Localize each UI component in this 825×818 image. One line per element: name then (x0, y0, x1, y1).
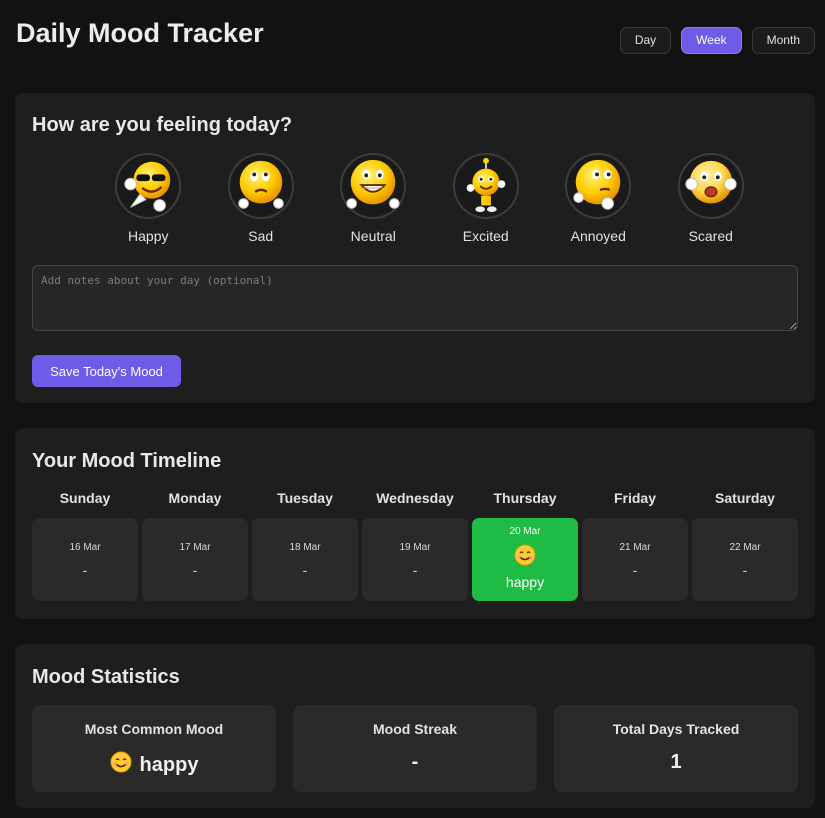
mood-label-annoyed: Annoyed (570, 228, 626, 244)
day-name-tuesday: Tuesday (277, 490, 333, 506)
mood-label-neutral: Neutral (350, 228, 396, 244)
mood-picker-title: How are you feeling today? (32, 114, 293, 136)
total-days-stat: Total Days Tracked 1 (554, 705, 798, 792)
day-name-friday: Friday (613, 490, 656, 506)
excited-emoji-icon (452, 153, 519, 219)
day-cell-friday[interactable]: 21 Mar - (582, 518, 688, 601)
mood-label-sad: Sad (248, 228, 274, 244)
mood-option-neutral[interactable]: Neutral (317, 153, 430, 244)
day-date: 19 Mar (399, 541, 431, 553)
smiling-face-emoji-icon (110, 751, 132, 779)
mood-option-excited[interactable]: Excited (430, 153, 543, 244)
smiling-face-emoji-icon (514, 544, 536, 571)
scared-emoji-icon (677, 153, 744, 219)
week-view-button[interactable]: Week (681, 27, 742, 54)
statistics-title: Mood Statistics (32, 666, 180, 688)
day-view-button[interactable]: Day (619, 27, 672, 54)
sad-emoji-icon (227, 153, 294, 219)
day-cell-wednesday[interactable]: 19 Mar - (362, 518, 468, 601)
day-name-saturday: Saturday (715, 490, 775, 506)
mood-label-excited: Excited (462, 228, 509, 244)
mood-option-happy[interactable]: Happy (92, 153, 205, 244)
day-cell-saturday[interactable]: 22 Mar - (692, 518, 798, 601)
day-date: 16 Mar (69, 541, 101, 553)
mood-option-annoyed[interactable]: Annoyed (542, 153, 655, 244)
day-date: 21 Mar (619, 541, 651, 553)
day-mood: - (412, 561, 418, 578)
mood-options: Happy Sad Neutral Excited Annoyed Scared (92, 153, 767, 244)
day-cell-monday[interactable]: 17 Mar - (142, 518, 248, 601)
stats-row: Most Common Mood happy Mood Streak - Tot… (32, 705, 798, 792)
save-mood-button[interactable]: Save Today's Mood (32, 355, 181, 387)
annoyed-emoji-icon (565, 153, 632, 219)
month-view-button[interactable]: Month (751, 27, 815, 54)
day-name-monday: Monday (168, 490, 222, 506)
stat-value: happy (110, 751, 199, 779)
view-toggle: Day Week Month (619, 27, 815, 54)
day-mood: happy (505, 574, 545, 590)
grinning-emoji-icon (340, 153, 407, 219)
day-name-thursday: Thursday (493, 490, 557, 506)
timeline-title: Your Mood Timeline (32, 450, 222, 472)
day-date: 17 Mar (179, 541, 211, 553)
mood-label-happy: Happy (128, 228, 169, 244)
day-date: 20 Mar (509, 526, 541, 537)
stat-label: Total Days Tracked (612, 721, 740, 737)
most-common-mood-value: happy (139, 753, 199, 776)
day-mood: - (192, 561, 198, 578)
day-mood: - (742, 561, 748, 578)
total-days-value: 1 (670, 751, 682, 773)
mood-option-sad[interactable]: Sad (205, 153, 318, 244)
mood-option-scared[interactable]: Scared (655, 153, 768, 244)
day-name-wednesday: Wednesday (376, 490, 454, 506)
stat-label: Mood Streak (372, 721, 457, 737)
day-date: 22 Mar (729, 541, 761, 553)
day-name-sunday: Sunday (59, 490, 111, 506)
notes-textarea[interactable] (32, 265, 798, 331)
day-cell-thursday[interactable]: 20 Mar happy (472, 518, 578, 601)
day-mood: - (632, 561, 638, 578)
page-title: Daily Mood Tracker (16, 18, 264, 48)
stat-label: Most Common Mood (84, 721, 224, 737)
mood-picker-card: How are you feeling today? Happy Sad Neu… (15, 93, 815, 403)
mood-statistics-card: Mood Statistics Most Common Mood happy M… (15, 644, 815, 808)
mood-label-scared: Scared (688, 228, 733, 244)
day-cell-tuesday[interactable]: 18 Mar - (252, 518, 358, 601)
mood-streak-stat: Mood Streak - (293, 705, 537, 792)
most-common-mood-stat: Most Common Mood happy (32, 705, 276, 792)
day-cell-sunday[interactable]: 16 Mar - (32, 518, 138, 601)
day-mood: - (82, 561, 88, 578)
day-date: 18 Mar (289, 541, 321, 553)
mood-timeline-card: Your Mood Timeline Sunday Monday Tuesday… (15, 428, 815, 619)
cool-sunglasses-emoji-icon (115, 153, 182, 219)
day-mood: - (302, 561, 308, 578)
mood-streak-value: - (411, 751, 419, 773)
week-grid: Sunday Monday Tuesday Wednesday Thursday… (32, 490, 798, 601)
